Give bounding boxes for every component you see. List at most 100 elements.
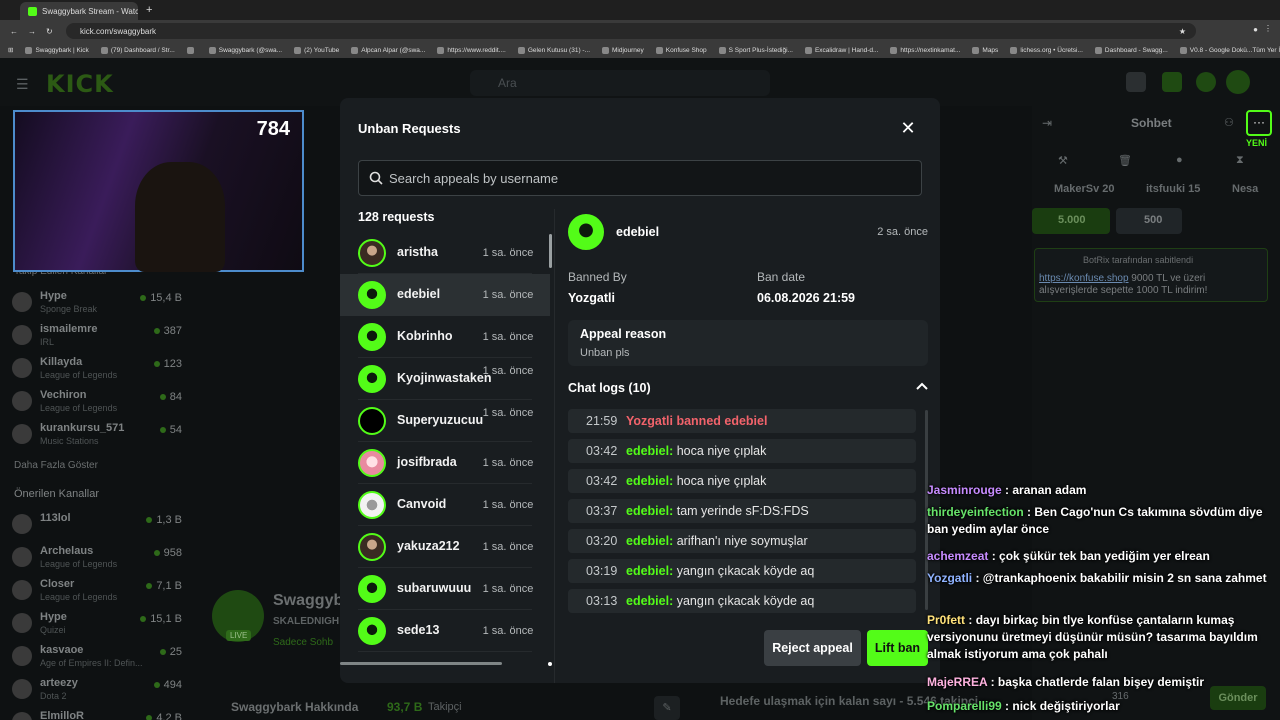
log-username[interactable]: edebiel:: [626, 504, 673, 518]
request-list-item[interactable]: Kyojinwastaken 1 sa. önce: [340, 358, 550, 400]
request-list-item[interactable]: edebiel 1 sa. önce: [340, 274, 550, 316]
sidebar-channel[interactable]: ElmilloR 4,2 B: [12, 710, 182, 720]
all-bookmarks[interactable]: Tüm Yer İşaretleri: [1252, 47, 1280, 54]
timer-icon[interactable]: ⧗: [1236, 154, 1244, 167]
log-username[interactable]: edebiel:: [626, 474, 673, 488]
bookmark-star-icon[interactable]: ★: [1179, 27, 1186, 36]
bookmark-item[interactable]: Dashboard - Swagg...: [1094, 46, 1168, 54]
log-username[interactable]: edebiel:: [626, 564, 673, 578]
channel-category: League of Legends: [40, 592, 118, 602]
kick-logo[interactable]: KICK: [46, 70, 114, 98]
top-user-2[interactable]: itsfuuki 15: [1146, 183, 1200, 195]
sidebar-channel[interactable]: Archelaus League of Legends 958: [12, 545, 182, 573]
new-tab-icon[interactable]: +: [146, 4, 152, 16]
bookmark-item[interactable]: Maps: [972, 46, 998, 54]
request-list-item[interactable]: josifbrada 1 sa. önce: [340, 442, 550, 484]
channel-avatar: [12, 358, 32, 378]
sidebar-channel[interactable]: 113lol 1,3 B: [12, 512, 182, 540]
bookmark-item[interactable]: V0.8 - Google Dokü...: [1179, 46, 1252, 54]
chat-logs-label[interactable]: Chat logs (10): [568, 381, 651, 395]
bookmark-item[interactable]: (79) Dashboard / Str...: [100, 46, 175, 54]
kick-gift-2[interactable]: 500: [1116, 208, 1182, 234]
chat-bubble-icon[interactable]: ●: [1176, 154, 1183, 166]
request-list-item[interactable]: aristha 1 sa. önce: [340, 232, 550, 274]
bookmark-item[interactable]: lichess.org • Ücretsi...: [1010, 46, 1083, 54]
request-list-item[interactable]: yakuza212 1 sa. önce: [340, 526, 550, 568]
mod-tool-icon[interactable]: ⚒: [1058, 154, 1068, 167]
all-bookmarks-label: Tüm Yer İşaretleri: [1252, 46, 1280, 54]
request-list-item[interactable]: Superyuzucuu 1 sa. önce: [340, 400, 550, 442]
bookmark-item[interactable]: Swaggybark | Kick: [25, 46, 89, 54]
edit-icon[interactable]: ✎: [654, 696, 680, 720]
forward-icon[interactable]: →: [28, 27, 36, 36]
stream-title: SKALEDNIGH: [273, 616, 340, 627]
bookmark-item[interactable]: Swaggybark (@swa...: [208, 46, 282, 54]
bookmark-item[interactable]: Konfuse Shop: [655, 46, 707, 54]
bookmark-item[interactable]: Excalidraw | Hand-d...: [804, 46, 878, 54]
top-user-1[interactable]: MakerSv 20: [1054, 183, 1115, 195]
lift-ban-button[interactable]: Lift ban: [867, 630, 928, 666]
collapse-chat-icon[interactable]: ⇥: [1042, 116, 1052, 130]
site-search-input[interactable]: Ara: [470, 70, 770, 96]
sidebar-channel[interactable]: ismailemre IRL 387: [12, 323, 182, 351]
bookmark-item[interactable]: https://nextinkamat...: [890, 46, 960, 54]
bookmark-label: Gelen Kutusu (31) -...: [527, 46, 590, 54]
delete-icon[interactable]: 🗑: [1118, 154, 1132, 167]
sidebar-channel[interactable]: Hype Sponge Break 15,4 B: [12, 290, 182, 318]
hamburger-menu-icon[interactable]: ☰: [16, 76, 29, 93]
request-list-item[interactable]: subaruwuuu 1 sa. önce: [340, 568, 550, 610]
about-title: Swaggybark Hakkında: [231, 700, 359, 714]
kick-wallet-icon[interactable]: [1196, 72, 1216, 92]
overlay-chat-username: Yozgatli: [927, 571, 973, 585]
close-icon[interactable]: ✕: [898, 118, 918, 138]
back-icon[interactable]: ←: [10, 27, 18, 36]
top-user-3[interactable]: Nesa: [1232, 183, 1258, 195]
profile-avatar[interactable]: ●: [1253, 25, 1258, 34]
sidebar-channel[interactable]: Hype Quizei 15,1 B: [12, 611, 182, 639]
log-username[interactable]: edebiel:: [626, 534, 673, 548]
sidebar-channel[interactable]: Vechiron League of Legends 84: [12, 389, 182, 417]
bookmark-favicon-icon: [1094, 46, 1102, 54]
appeal-username[interactable]: edebiel: [616, 225, 659, 239]
apps-icon[interactable]: ⊞: [8, 46, 13, 54]
sidebar-channel[interactable]: arteezy Dota 2 494: [12, 677, 182, 705]
sidebar-channel[interactable]: kurankursu_571 Music Stations 54: [12, 422, 182, 450]
list-scrollbar[interactable]: [549, 234, 552, 268]
pinned-link[interactable]: https://konfuse.shop: [1039, 273, 1129, 284]
channel-avatar: [12, 580, 32, 600]
scroll-dot: [548, 662, 552, 666]
bookmark-item[interactable]: Gelen Kutusu (31) -...: [517, 46, 590, 54]
reload-icon[interactable]: ↻: [46, 27, 53, 36]
sidebar-channel[interactable]: Killayda League of Legends 123: [12, 356, 182, 384]
bookmark-item[interactable]: S Sport Plus-İstediği...: [718, 46, 793, 54]
chevron-up-icon[interactable]: [912, 378, 932, 398]
bookmark-label: https://www.reddit....: [447, 46, 506, 54]
reject-appeal-button[interactable]: Reject appeal: [764, 630, 861, 666]
menu-icon[interactable]: ⋮: [1264, 24, 1272, 33]
log-username[interactable]: edebiel:: [626, 444, 673, 458]
sidebar-channel[interactable]: Closer League of Legends 7,1 B: [12, 578, 182, 606]
clip-icon[interactable]: [1126, 72, 1146, 92]
user-avatar[interactable]: [1226, 70, 1250, 94]
chat-users-icon[interactable]: ⚇: [1224, 116, 1234, 129]
request-list-item[interactable]: sede13 1 sa. önce: [340, 610, 550, 652]
bookmark-item[interactable]: [186, 46, 197, 54]
appeal-search-input[interactable]: Search appeals by username: [358, 160, 922, 196]
url-field[interactable]: kick.com/swaggybark ★: [66, 23, 1196, 39]
stream-category[interactable]: Sadece Sohb: [273, 637, 333, 648]
dashboard-icon[interactable]: [1162, 72, 1182, 92]
browser-tab[interactable]: Swaggybark Stream - Watch Li✕: [20, 2, 138, 20]
bookmark-favicon-icon: [437, 46, 445, 54]
bookmark-item[interactable]: Alpcan Alpar (@swa...: [351, 46, 425, 54]
bookmark-item[interactable]: https://www.reddit....: [437, 46, 506, 54]
show-more-link[interactable]: Daha Fazla Göster: [14, 460, 98, 471]
chat-more-button[interactable]: ···: [1246, 110, 1272, 136]
bookmark-item[interactable]: (2) YouTube: [294, 46, 339, 54]
log-username[interactable]: edebiel:: [626, 594, 673, 608]
bookmark-item[interactable]: Midjourney: [602, 46, 644, 54]
sidebar-channel[interactable]: kasvaoe Age of Empires II: Defin... 25: [12, 644, 182, 672]
request-list-item[interactable]: Canvoid 1 sa. önce: [340, 484, 550, 526]
request-list-item[interactable]: Kobrinho 1 sa. önce: [340, 316, 550, 358]
list-horizontal-scrollbar[interactable]: [340, 662, 502, 665]
kick-gift-1[interactable]: 5.000: [1032, 208, 1110, 234]
